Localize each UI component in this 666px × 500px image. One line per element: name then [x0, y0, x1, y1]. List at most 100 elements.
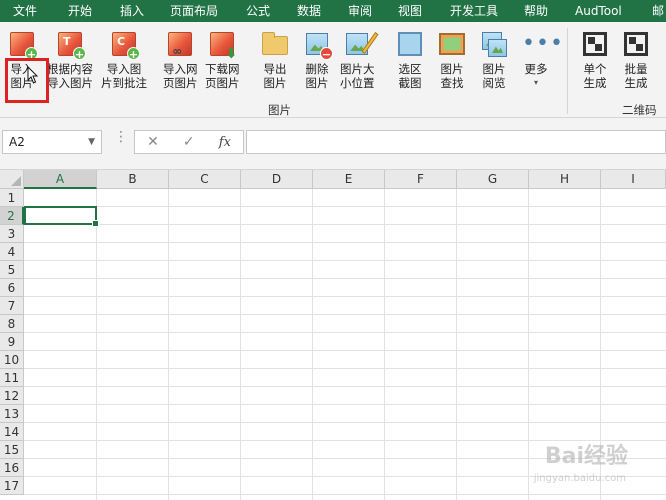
- menu-view[interactable]: 视图: [398, 0, 422, 22]
- delete-picture-button[interactable]: − 删除 图片: [303, 30, 333, 90]
- column-header-g[interactable]: G: [457, 170, 529, 189]
- confirm-icon[interactable]: ✓: [183, 134, 195, 150]
- watermark-logo: Bai经验: [544, 444, 628, 469]
- import-by-content-button[interactable]: T + 根据内容 导入图片: [47, 30, 93, 90]
- menu-insert[interactable]: 插入: [120, 0, 144, 22]
- menu-home[interactable]: 开始: [68, 0, 92, 22]
- import-by-content-icon: T +: [56, 30, 86, 61]
- grid-line: [528, 189, 529, 500]
- download-web-picture-button[interactable]: ⬇ 下载网 页图片: [205, 30, 240, 90]
- more-icon: •••: [522, 31, 564, 56]
- delete-picture-icon: −: [303, 30, 333, 61]
- grid-line: [456, 189, 457, 500]
- import-picture-icon: +: [8, 30, 38, 61]
- menu-file[interactable]: 文件: [13, 0, 37, 22]
- row-header-1[interactable]: 1: [0, 189, 24, 207]
- grid-line: [24, 350, 666, 351]
- row-header-6[interactable]: 6: [0, 279, 24, 297]
- menu-formulas[interactable]: 公式: [246, 0, 270, 22]
- row-header-7[interactable]: 7: [0, 297, 24, 315]
- watermark-url: jingyan.baidu.com: [533, 473, 626, 484]
- grid-line: [168, 189, 169, 500]
- row-header-9[interactable]: 9: [0, 333, 24, 351]
- name-box-value: A2: [9, 135, 25, 149]
- grid-line: [24, 422, 666, 423]
- ribbon: + 导入 图片 T + 根据内容 导入图片 C + 导入图 片到批注 ∞ 导入网 页…: [0, 22, 666, 118]
- column-header-b[interactable]: B: [97, 170, 169, 189]
- column-header-f[interactable]: F: [385, 170, 457, 189]
- grid-line: [24, 296, 666, 297]
- grid-line: [24, 206, 666, 207]
- menu-page-layout[interactable]: 页面布局: [170, 0, 218, 22]
- menu-data[interactable]: 数据: [297, 0, 321, 22]
- row-header-8[interactable]: 8: [0, 315, 24, 333]
- column-header-c[interactable]: C: [169, 170, 241, 189]
- row-header-14[interactable]: 14: [0, 423, 24, 441]
- grid-line: [24, 386, 666, 387]
- menu-audtool[interactable]: AudTool: [575, 0, 622, 22]
- menu-developer[interactable]: 开发工具: [450, 0, 498, 22]
- group-label-qrcode: 二维码: [622, 103, 657, 117]
- download-web-picture-icon: ⬇: [208, 30, 237, 61]
- row-header-13[interactable]: 13: [0, 405, 24, 423]
- formula-input[interactable]: [246, 130, 666, 154]
- import-web-picture-button[interactable]: ∞ 导入网 页图片: [163, 30, 198, 90]
- name-box[interactable]: A2 ▼: [2, 130, 102, 154]
- picture-preview-button[interactable]: 图片 阅览: [480, 30, 508, 90]
- group-label-picture: 图片: [268, 103, 291, 117]
- column-header-i[interactable]: I: [601, 170, 666, 189]
- picture-find-icon: [438, 30, 466, 58]
- picture-size-position-button[interactable]: 图片大 小位置: [340, 30, 379, 90]
- drag-handle-icon[interactable]: ⋮: [114, 130, 128, 144]
- select-all-button[interactable]: [0, 170, 24, 189]
- selection-screenshot-button[interactable]: 选区 截图: [396, 30, 424, 90]
- chevron-down-icon[interactable]: ▼: [88, 131, 95, 153]
- row-header-16[interactable]: 16: [0, 459, 24, 477]
- grid-line: [24, 368, 666, 369]
- menu-help[interactable]: 帮助: [524, 0, 548, 22]
- row-header-5[interactable]: 5: [0, 261, 24, 279]
- column-header-e[interactable]: E: [313, 170, 385, 189]
- ribbon-separator: [567, 28, 568, 114]
- picture-size-position-icon: [343, 30, 379, 58]
- active-cell-a2[interactable]: [24, 206, 99, 227]
- more-button[interactable]: ••• 更多 ▾: [522, 30, 564, 90]
- menu-bar: 文件 开始 插入 页面布局 公式 数据 审阅 视图 开发工具 帮助 AudToo…: [0, 0, 666, 22]
- grid-line: [384, 189, 385, 500]
- grid-line: [24, 404, 666, 405]
- grid-line: [24, 314, 666, 315]
- spreadsheet-grid[interactable]: A B C D E F G H I 1 2 3 4 5 6 7 8 9 10 1…: [0, 169, 666, 500]
- row-header-10[interactable]: 10: [0, 351, 24, 369]
- grid-line: [312, 189, 313, 500]
- column-header-h[interactable]: H: [529, 170, 601, 189]
- import-web-picture-icon: ∞: [166, 30, 194, 58]
- grid-line: [24, 224, 666, 225]
- row-header-2[interactable]: 2: [0, 207, 24, 225]
- grid-line: [240, 189, 241, 500]
- export-picture-button[interactable]: 导出 图片: [261, 30, 289, 90]
- insert-function-icon[interactable]: fx: [219, 135, 231, 150]
- column-header-d[interactable]: D: [241, 170, 313, 189]
- export-picture-icon: [261, 30, 289, 58]
- grid-line: [24, 494, 666, 495]
- row-header-15[interactable]: 15: [0, 441, 24, 459]
- grid-line: [24, 260, 666, 261]
- row-header-11[interactable]: 11: [0, 369, 24, 387]
- row-header-4[interactable]: 4: [0, 243, 24, 261]
- mouse-cursor-icon: [27, 66, 39, 84]
- formula-bar: A2 ▼ ⋮ ✕ ✓ fx: [0, 118, 666, 169]
- picture-find-button[interactable]: 图片 查找: [438, 30, 466, 90]
- menu-review[interactable]: 审阅: [348, 0, 372, 22]
- import-to-comment-button[interactable]: C + 导入图 片到批注: [101, 30, 147, 90]
- single-qrcode-button[interactable]: 单个 生成: [581, 30, 609, 90]
- cancel-icon[interactable]: ✕: [147, 134, 159, 150]
- row-header-17[interactable]: 17: [0, 477, 24, 495]
- column-header-a[interactable]: A: [24, 170, 97, 189]
- row-header-12[interactable]: 12: [0, 387, 24, 405]
- row-header-3[interactable]: 3: [0, 225, 24, 243]
- batch-qrcode-button[interactable]: 批量 生成: [622, 30, 650, 90]
- import-to-comment-icon: C +: [110, 30, 140, 61]
- picture-preview-icon: [480, 30, 508, 58]
- grid-line: [24, 242, 666, 243]
- menu-mail[interactable]: 邮: [652, 0, 664, 22]
